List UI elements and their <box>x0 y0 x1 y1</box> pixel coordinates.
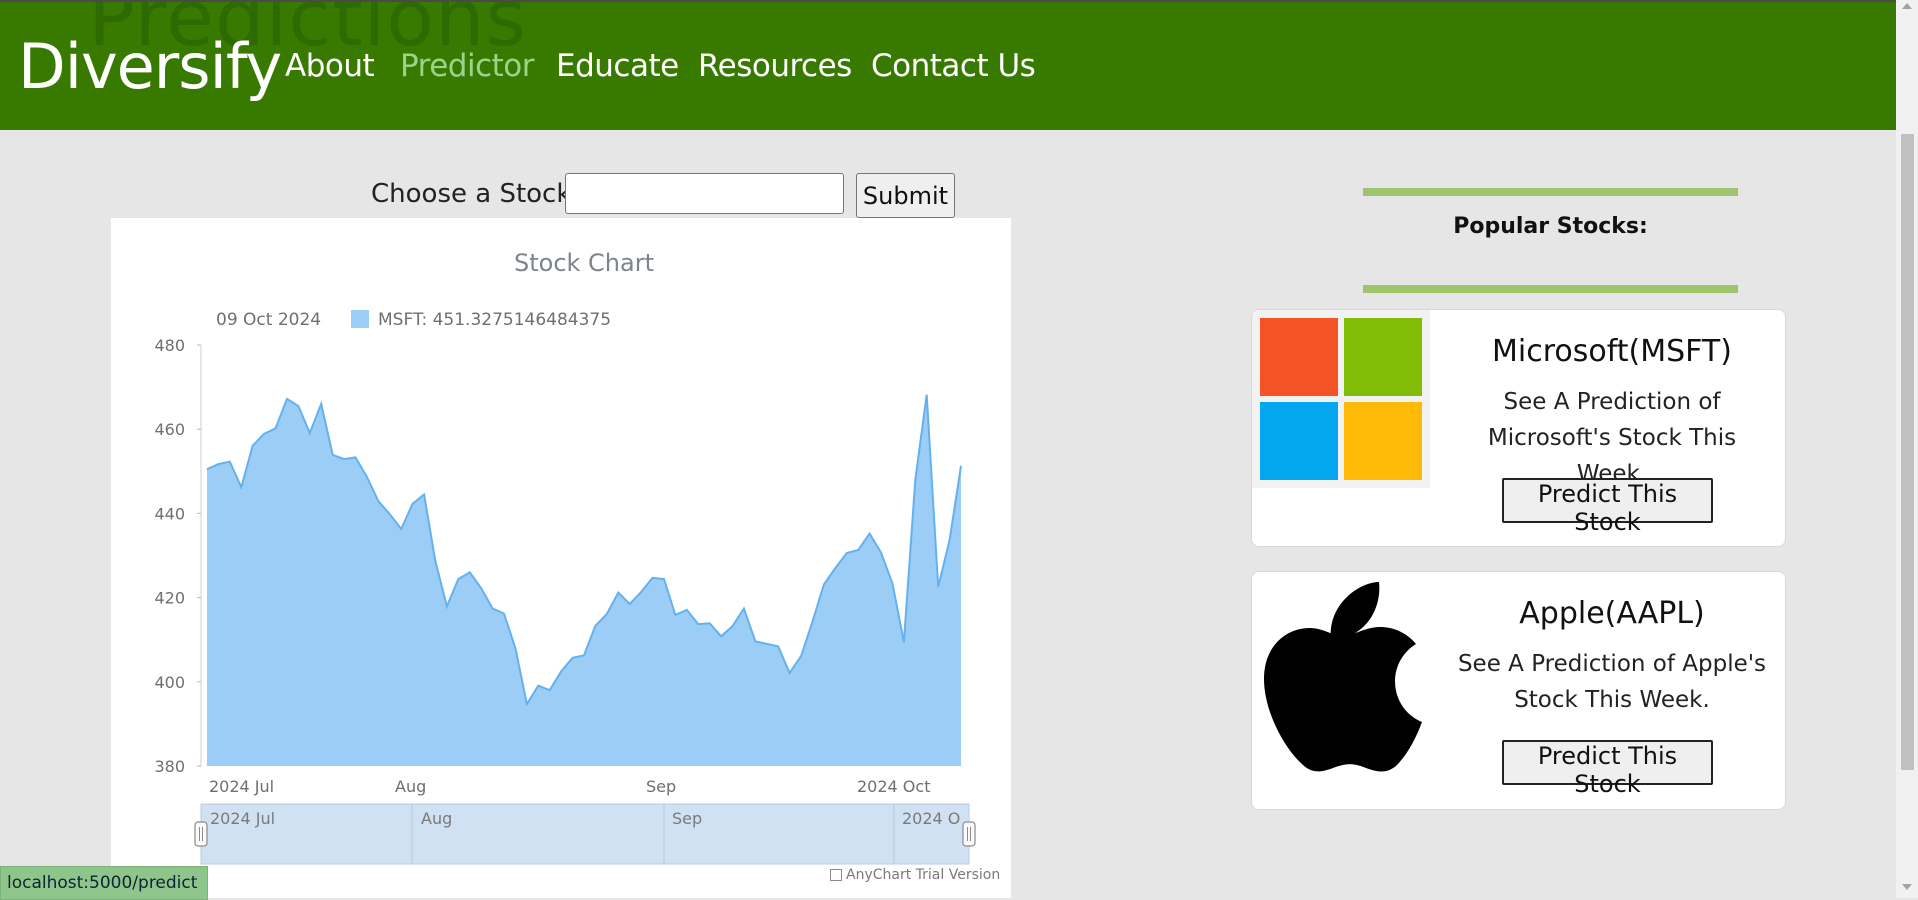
page-scrollbar[interactable] <box>1896 0 1918 898</box>
scroll-up-arrow-icon[interactable] <box>1902 3 1912 9</box>
navigator-label: 2024 Jul <box>210 809 275 828</box>
x-tick-label: Aug <box>395 777 426 796</box>
card-title: Microsoft(MSFT) <box>1492 334 1732 369</box>
divider-bottom <box>1363 285 1738 293</box>
navigator-label: Sep <box>672 809 702 828</box>
scroll-thumb[interactable] <box>1901 134 1914 770</box>
chart-watermark: AnyChart Trial Version <box>846 867 1001 883</box>
popular-stocks-title: Popular Stocks: <box>1453 214 1648 239</box>
y-tick-label: 440 <box>154 504 185 523</box>
y-tick-label: 460 <box>154 420 185 439</box>
nav-resources[interactable]: Resources <box>698 48 852 84</box>
x-tick-label: Sep <box>646 777 676 796</box>
y-tick-label: 420 <box>154 589 185 608</box>
chart-title: Stock Chart <box>514 249 654 277</box>
stock-chart[interactable]: Stock Chart 09 Oct 2024 MSFT: 451.32751464… <box>111 218 1011 898</box>
predict-msft-button[interactable]: Predict This Stock <box>1502 478 1713 536</box>
predict-aapl-button[interactable]: Predict This Stock <box>1502 740 1713 798</box>
microsoft-logo-icon <box>1252 310 1430 488</box>
status-bar-url: localhost:5000/predict <box>0 866 209 900</box>
navbar: Predictions Diversify About Predictor Ed… <box>0 2 1896 130</box>
card-title: Apple(AAPL) <box>1519 596 1705 631</box>
ms-logo-green-square <box>1344 318 1422 396</box>
navigator-label: Aug <box>421 809 452 828</box>
nav-contact-us[interactable]: Contact Us <box>871 48 1036 84</box>
choose-stock-label: Choose a Stock: <box>371 179 581 209</box>
x-tick-label: 2024 Jul <box>209 777 274 796</box>
y-tick-label: 400 <box>154 673 185 692</box>
stock-card-apple: Apple(AAPL) See A Prediction of Apple's … <box>1251 571 1786 810</box>
stock-input[interactable] <box>565 173 844 214</box>
ms-logo-blue-square <box>1260 402 1338 480</box>
navigator-right-handle[interactable] <box>962 821 976 847</box>
chart-legend-date: 09 Oct 2024 <box>216 310 321 330</box>
nav-educate[interactable]: Educate <box>556 48 679 84</box>
ms-logo-red-square <box>1260 318 1338 396</box>
apple-logo-icon <box>1264 582 1422 772</box>
navigator-left-handle[interactable] <box>194 821 208 847</box>
series-area-msft <box>207 394 961 766</box>
chart-bar-icon <box>830 869 842 881</box>
navigator-label: 2024 O <box>902 809 960 828</box>
divider-top <box>1363 188 1738 196</box>
y-tick-label: 380 <box>154 757 185 776</box>
scroll-down-arrow-icon[interactable] <box>1902 884 1912 890</box>
submit-button[interactable]: Submit <box>856 173 955 218</box>
brand-logo[interactable]: Diversify <box>18 30 282 103</box>
chart-legend-value: MSFT: 451.3275146484375 <box>378 310 611 330</box>
y-tick-label: 480 <box>154 336 185 355</box>
chart-canvas[interactable]: Stock Chart 09 Oct 2024 MSFT: 451.32751464… <box>111 218 1011 898</box>
ms-logo-yellow-square <box>1344 402 1422 480</box>
card-description: See A Prediction of Apple's Stock This W… <box>1457 651 1767 713</box>
card-description: See A Prediction of Microsoft's Stock Th… <box>1487 389 1737 487</box>
stock-card-microsoft: Microsoft(MSFT) See A Prediction of Micr… <box>1251 309 1786 547</box>
x-tick-label: 2024 Oct <box>857 777 930 796</box>
nav-about[interactable]: About <box>285 48 375 84</box>
nav-predictor[interactable]: Predictor <box>400 48 535 84</box>
navigator-range <box>200 803 970 865</box>
legend-swatch <box>351 310 369 328</box>
